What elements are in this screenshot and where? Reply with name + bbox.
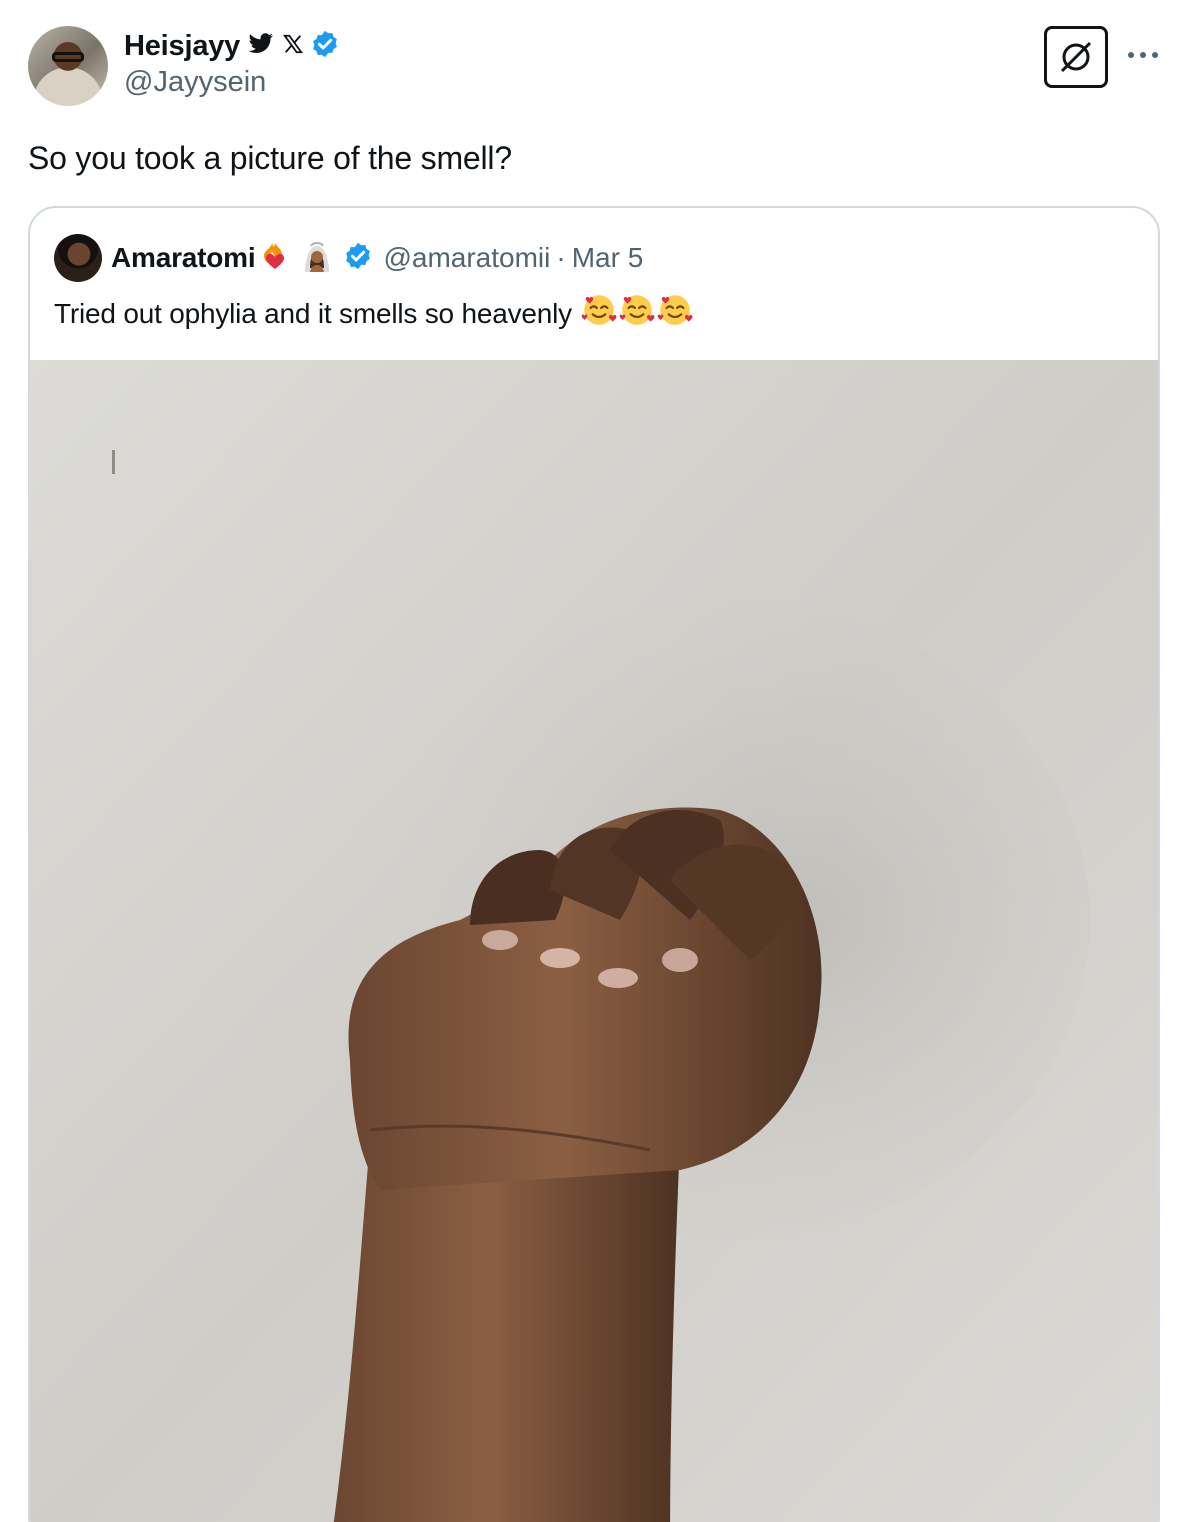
quoted-tweet-card[interactable]: Amaratomi @amaratomii · Mar 5 Tried out … xyxy=(28,206,1160,1522)
grok-icon xyxy=(1060,41,1092,73)
x-logo-icon xyxy=(282,33,304,60)
smiling-face-with-hearts-emoji xyxy=(656,290,694,337)
more-dots-icon xyxy=(1128,52,1134,58)
separator-dot: · xyxy=(556,242,566,273)
verified-badge-icon xyxy=(310,29,340,64)
smiling-face-with-hearts-emoji xyxy=(618,290,656,337)
quoted-author-handle[interactable]: @amaratomii xyxy=(383,242,550,274)
quoted-tweet-photo[interactable] xyxy=(30,360,1158,1522)
avatar-glasses xyxy=(52,52,84,62)
tweet-text: So you took a picture of the smell? xyxy=(28,140,512,176)
author-display-name[interactable]: Heisjayy xyxy=(124,30,240,63)
smiling-face-with-hearts-emoji xyxy=(580,290,618,337)
more-options-button[interactable] xyxy=(1126,40,1160,70)
woman-with-veil-emoji xyxy=(299,238,335,279)
quoted-author-name[interactable]: Amaratomi xyxy=(111,242,256,274)
quoted-tweet-text: Tried out ophylia and it smells so heave… xyxy=(54,297,572,329)
grok-button[interactable] xyxy=(1044,26,1108,88)
quoted-tweet-text-row: Tried out ophylia and it smells so heave… xyxy=(54,290,694,337)
author-block: Heisjayy @Jayysein xyxy=(124,28,340,99)
quoted-tweet-date[interactable]: Mar 5 xyxy=(572,242,644,274)
heart-on-fire-emoji xyxy=(259,240,291,277)
author-avatar[interactable] xyxy=(28,26,108,106)
quoted-author-avatar[interactable] xyxy=(54,234,102,282)
quoted-tweet-header: Amaratomi @amaratomii · Mar 5 xyxy=(54,232,643,284)
verified-badge-icon xyxy=(343,241,373,276)
bird-icon xyxy=(248,32,274,60)
author-handle[interactable]: @Jayysein xyxy=(124,66,340,99)
author-name-row: Heisjayy xyxy=(124,28,340,64)
